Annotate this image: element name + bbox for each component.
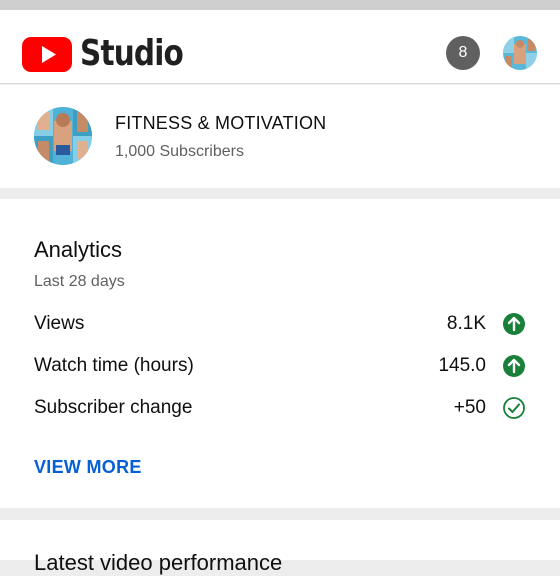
- status-strip: [0, 0, 560, 10]
- metric-label: Views: [34, 313, 85, 334]
- studio-logo[interactable]: Studio: [22, 36, 206, 72]
- arrow-up-circle-icon: [503, 313, 525, 335]
- notifications-badge[interactable]: 8: [446, 36, 480, 70]
- metric-value: 145.0: [438, 355, 486, 376]
- analytics-title: Analytics: [34, 237, 123, 262]
- channel-avatar: [34, 107, 92, 165]
- view-more-link[interactable]: VIEW MORE: [34, 457, 142, 478]
- check-circle-icon: [503, 397, 525, 419]
- account-avatar[interactable]: [503, 36, 537, 70]
- metric-label: Watch time (hours): [34, 355, 194, 376]
- channel-avatar-image: [34, 107, 92, 165]
- arrow-up-circle-icon: [503, 355, 525, 377]
- metric-value: +50: [453, 397, 486, 418]
- latest-video-title: Latest video performance: [34, 550, 283, 575]
- metric-row-watch-time: Watch time (hours) 145.0: [34, 351, 526, 381]
- avatar-image: [503, 36, 537, 70]
- channel-card[interactable]: FITNESS & MOTIVATION 1,000 Subscribers: [0, 85, 560, 188]
- metric-row-subscriber-change: Subscriber change +50: [34, 393, 526, 423]
- latest-video-card: Latest video performance: [0, 520, 560, 575]
- metric-value: 8.1K: [446, 313, 486, 334]
- studio-logo-text: Studio: [80, 33, 184, 74]
- subscriber-count: 1,000 Subscribers: [115, 143, 244, 160]
- metric-row-views: Views 8.1K: [34, 309, 526, 339]
- analytics-period: Last 28 days: [34, 273, 125, 290]
- metric-label: Subscriber change: [34, 397, 193, 418]
- analytics-card: Analytics Last 28 days Views 8.1K Watch …: [0, 199, 560, 508]
- youtube-play-icon: [22, 36, 72, 72]
- channel-name: FITNESS & MOTIVATION: [115, 113, 327, 133]
- app-bar: Studio 8: [0, 10, 560, 84]
